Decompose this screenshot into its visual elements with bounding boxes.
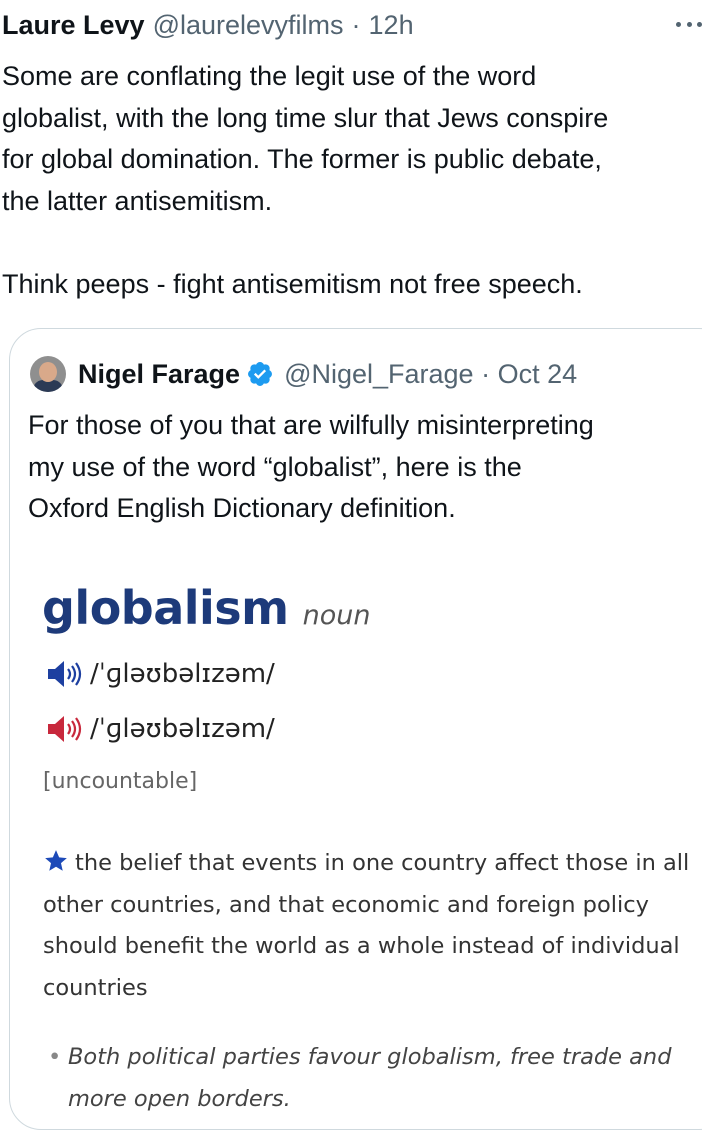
tweet-timestamp[interactable]: 12h	[369, 10, 414, 41]
quoted-text-line: For those of you that are wilfully misin…	[28, 410, 594, 440]
definition-line: countries	[43, 974, 148, 1001]
quoted-text-line: my use of the word “globalist”, here is …	[28, 451, 522, 482]
verified-badge-icon	[248, 362, 273, 386]
tweet-header: Laure Levy @laurelevyfilms · 12h	[2, 10, 414, 46]
tweet-text: Some are conflating the legit use of the…	[2, 56, 702, 306]
separator: ·	[481, 358, 491, 389]
definition: the belief that events in one country af…	[43, 843, 689, 1009]
pronunciation-text: /ˈɡləʊbəlɪzəm/	[90, 714, 275, 744]
author-handle[interactable]: @laurelevyfilms	[153, 10, 344, 41]
example-sentence: • Both political parties favour globalis…	[48, 1037, 671, 1120]
quoted-author-name[interactable]: Nigel Farage	[78, 359, 240, 390]
example-line: Both political parties favour globalism,…	[68, 1044, 672, 1070]
pronunciation-uk: /ˈɡləʊbəlɪzəm/	[46, 659, 275, 689]
quoted-tweet-text: For those of you that are wilfully misin…	[28, 405, 702, 530]
pronunciation-text: /ˈɡləʊbəlɪzəm/	[90, 659, 275, 689]
quoted-text-line: Oxford English Dictionary definition.	[28, 493, 456, 524]
definition-line: the belief that events in one country af…	[43, 843, 689, 885]
tweet-text-line: for global domination. The former is pub…	[2, 144, 602, 175]
speaker-icon	[48, 716, 82, 742]
definition-line: other countries, and that economic and f…	[43, 891, 649, 918]
dictionary-screenshot[interactable]: globalism noun /ˈɡləʊbəlɪzəm/ /ˈɡləʊbəlɪ…	[10, 549, 702, 1129]
dictionary-headword-line: globalism noun	[42, 581, 370, 635]
quoted-tweet-header: Nigel Farage @Nigel_Farage · Oct 24	[30, 355, 577, 393]
quoted-tweet-timestamp[interactable]: Oct 24	[498, 359, 578, 390]
grammar-label: [uncountable]	[43, 769, 198, 794]
example-line: more open borders.	[68, 1085, 291, 1112]
avatar[interactable]	[30, 356, 66, 392]
tweet-text-line: globalist, with the long time slur that …	[2, 102, 609, 133]
separator: ·	[351, 10, 361, 40]
definition-line: should benefit the world as a whole inst…	[43, 933, 680, 959]
quoted-author-handle[interactable]: @Nigel_Farage	[284, 359, 474, 390]
speaker-icon	[48, 661, 82, 687]
pronunciation-us: /ˈɡləʊbəlɪzəm/	[46, 714, 275, 744]
tweet-text-line: Some are conflating the legit use of the…	[2, 61, 537, 91]
tweet-text-line: Think peeps - fight antisemitism not fre…	[2, 268, 583, 299]
author-name[interactable]: Laure Levy	[2, 10, 145, 41]
part-of-speech: noun	[302, 600, 371, 631]
headword: globalism	[42, 581, 289, 635]
more-options-icon[interactable]	[676, 14, 702, 34]
quoted-tweet-card[interactable]: Nigel Farage @Nigel_Farage · Oct 24 For …	[9, 328, 702, 1130]
tweet-text-line: the latter antisemitism.	[2, 185, 273, 216]
star-icon	[45, 850, 67, 871]
bullet: •	[48, 1044, 62, 1070]
